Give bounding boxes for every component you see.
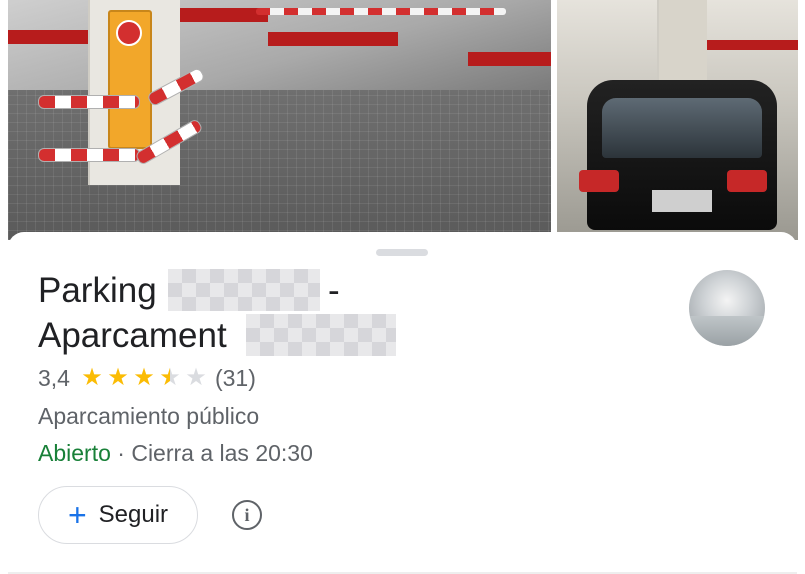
rating-row[interactable]: 3,4 ★ ★ ★ ★ ★ (31) [38, 364, 256, 392]
follow-button[interactable]: + Seguir [38, 486, 198, 544]
place-category: Aparcamiento público [38, 403, 260, 429]
place-name-dash: - [328, 271, 340, 310]
wall-stripe [707, 40, 798, 50]
star-empty-icon: ★ [185, 364, 207, 391]
rating-value: 3,4 [38, 364, 70, 391]
follow-label: Seguir [98, 501, 169, 528]
photo-parking-entrance[interactable] [8, 0, 551, 240]
place-name-line1: Parking [38, 271, 157, 310]
car-tail-light [579, 170, 619, 192]
star-icon: ★ [133, 364, 155, 391]
car-window [602, 98, 762, 158]
wall-stripe [268, 32, 398, 46]
plus-icon: + [67, 497, 87, 533]
hours-separator: · [110, 440, 132, 466]
barrier-arm [256, 8, 506, 15]
photo-car-pillar[interactable] [557, 0, 798, 240]
stop-sign-icon [116, 20, 142, 46]
drag-handle[interactable] [376, 249, 428, 256]
wall-stripe [468, 52, 551, 66]
star-icon: ★ [107, 364, 129, 391]
car-plate [652, 190, 712, 212]
redacted-name-part [168, 269, 320, 311]
car-tail-light [727, 170, 767, 192]
guard-rail [38, 148, 140, 162]
place-name-line2: Aparcament [38, 316, 227, 355]
place-thumbnail[interactable] [689, 270, 765, 346]
half-star-icon: ★ [157, 364, 183, 392]
wall-stripe [178, 8, 268, 22]
opening-hours[interactable]: Abierto · Cierra a las 20:30 [38, 440, 313, 467]
info-icon[interactable]: i [232, 500, 262, 530]
redacted-name-part [246, 314, 396, 356]
open-status: Abierto [38, 440, 111, 466]
review-count[interactable]: (31) [215, 365, 256, 392]
guard-rail [38, 95, 140, 109]
closing-time: Cierra a las 20:30 [131, 440, 313, 466]
place-sheet: Parking - Aparcament 3,4 ★ ★ ★ ★ ★ (31) … [8, 232, 797, 574]
rating-stars: ★ ★ ★ ★ ★ [79, 364, 209, 392]
thumbnail-floor [689, 316, 765, 346]
star-icon: ★ [81, 364, 103, 391]
